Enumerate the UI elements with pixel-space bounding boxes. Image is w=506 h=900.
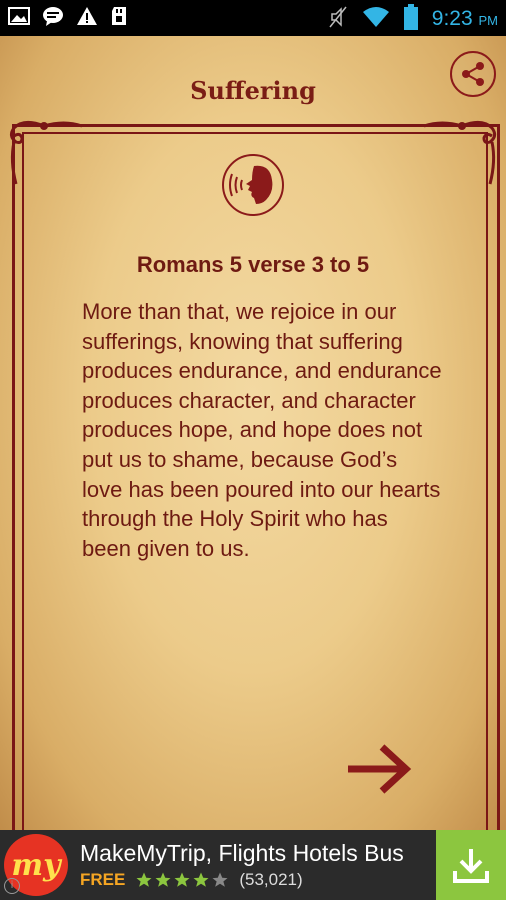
arrow-right-icon [348,744,412,794]
rating-stars [135,871,229,889]
star-filled-icon [155,872,171,887]
right-corner-ornament [423,121,497,185]
share-button[interactable] [450,51,496,97]
verse-card: Suffering Romans 5 verse 3 to 5 More tha… [0,36,506,833]
ad-info-icon[interactable]: i [4,878,20,894]
review-count: (53,021) [239,870,303,889]
verse-text: More than that, we rejoice in our suffer… [82,299,442,561]
share-icon [462,62,484,86]
left-corner-ornament [9,121,83,185]
star-filled-icon [174,872,190,887]
chat-icon [42,6,64,30]
wifi-icon [362,6,390,32]
mute-icon [328,5,348,33]
ad-subtitle: FREE (53,021) [80,870,303,890]
star-empty-icon [212,872,228,887]
verse-reference: Romans 5 verse 3 to 5 [136,252,370,277]
warning-icon [76,6,98,30]
ad-price: FREE [80,870,126,889]
battery-icon [403,4,418,34]
speak-button[interactable] [222,154,284,216]
star-filled-icon [193,872,209,887]
download-icon [453,849,489,883]
image-icon [8,6,30,30]
ad-title: MakeMyTrip, Flights Hotels Bus [80,840,404,866]
ad-download-button[interactable] [436,830,506,900]
ad-banner[interactable]: my i MakeMyTrip, Flights Hotels Bus FREE… [0,830,506,900]
star-filled-icon [136,872,152,887]
page-title: Suffering [190,76,316,105]
status-bar: 9:23 PM [0,0,506,36]
sd-card-icon [110,6,128,30]
next-button[interactable] [346,742,412,796]
speaking-head-icon [229,165,273,204]
clock: 9:23 PM [431,7,498,30]
